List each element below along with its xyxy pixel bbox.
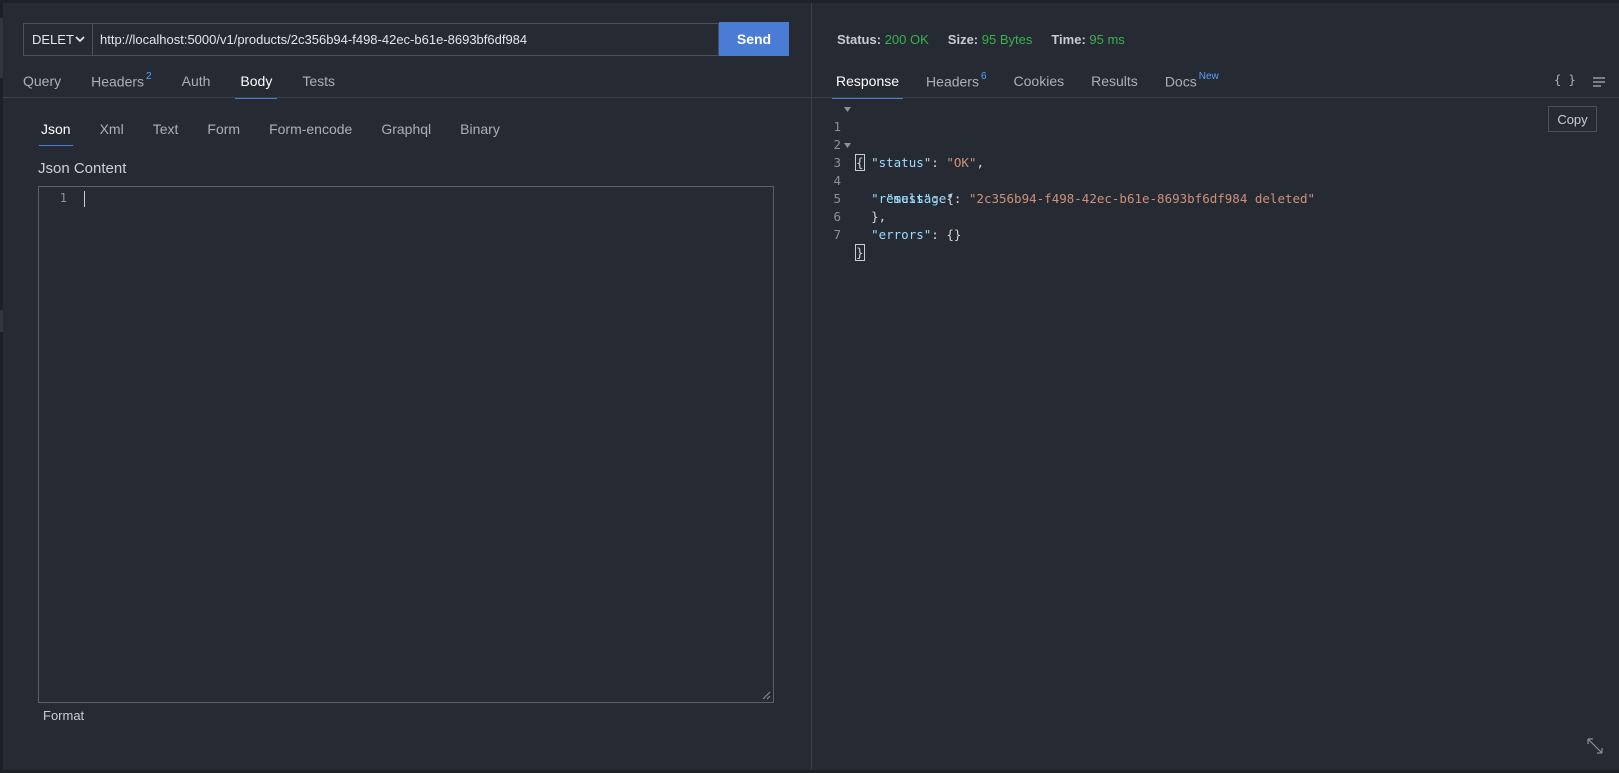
format-button[interactable]: Format: [43, 708, 84, 723]
tab-cookies[interactable]: Cookies: [1014, 73, 1065, 99]
tabs-divider: [3, 97, 811, 98]
code-line: 3 "result": {: [825, 136, 954, 206]
code-text: "status": "OK",: [856, 154, 984, 172]
code-line: 2 "status": "OK",: [825, 118, 984, 170]
expand-icon[interactable]: [1585, 736, 1605, 756]
body-type-xml[interactable]: Xml: [100, 121, 124, 146]
json-punct: :: [931, 227, 947, 242]
json-punct: ,: [976, 155, 984, 170]
panel-divider[interactable]: [811, 3, 812, 770]
tab-label: Query: [23, 73, 62, 89]
tab-badge: New: [1198, 71, 1219, 82]
tab-headers[interactable]: Headers 2: [91, 71, 152, 99]
body-type-tabs: Json Xml Text Form Form-encode Graphql B…: [39, 121, 529, 146]
copy-button[interactable]: Copy: [1548, 106, 1597, 132]
tab-label: Headers: [91, 73, 145, 90]
size-item: Size: 95 Bytes: [948, 32, 1033, 47]
code-text: "errors": {}: [856, 226, 961, 244]
tab-label: Docs: [1164, 73, 1197, 90]
code-text: }: [855, 244, 865, 262]
left-edge-marker: [0, 18, 3, 78]
left-edge-marker: [0, 310, 3, 332]
json-string: "2c356b94-f498-42ec-b61e-8693bf6df984 de…: [968, 191, 1316, 206]
braces-icon[interactable]: { }: [1554, 73, 1576, 87]
json-key: "errors": [871, 227, 932, 242]
time-value: 95 ms: [1089, 32, 1125, 47]
tab-label: Headers: [926, 73, 979, 90]
body-type-text[interactable]: Text: [153, 121, 179, 146]
code-line: 1 {: [825, 100, 870, 171]
tab-tests[interactable]: Tests: [302, 73, 335, 99]
tab-label: Auth: [181, 73, 211, 89]
time-label: Time:: [1051, 32, 1086, 47]
json-punct: :: [931, 155, 947, 170]
tab-label: Response: [836, 73, 900, 89]
body-type-form-encode[interactable]: Form-encode: [269, 121, 352, 146]
editor-line-number: 1: [59, 191, 67, 205]
tabs-divider: [812, 97, 1619, 98]
tab-docs[interactable]: Docs New: [1164, 71, 1219, 99]
json-punct: },: [871, 209, 887, 224]
json-content-label: Json Content: [38, 160, 127, 177]
request-tabs: Query Headers 2 Auth Body Tests: [23, 71, 365, 99]
code-line: 7 }: [825, 208, 870, 261]
tab-label: Body: [240, 73, 273, 89]
code-line: 6 "errors": {}: [825, 190, 961, 242]
json-brace: }: [855, 244, 865, 261]
json-key: "message": [886, 191, 954, 206]
send-button[interactable]: Send: [719, 22, 789, 56]
code-text: "message": "2c356b94-f498-42ec-b61e-8693…: [856, 190, 1315, 208]
app-root: DELETE Send Query Headers2 Auth Body Tes…: [0, 0, 1619, 773]
size-value: 95 Bytes: [981, 32, 1033, 47]
body-type-form[interactable]: Form: [207, 121, 240, 146]
line-number: 7: [833, 227, 841, 242]
code-line: 5 },: [825, 172, 886, 224]
tab-body[interactable]: Body: [235, 73, 278, 99]
fold-arrow-icon[interactable]: [844, 107, 851, 112]
text-cursor: [84, 191, 85, 207]
tab-label: Tests: [302, 73, 336, 89]
size-label: Size:: [947, 32, 979, 47]
status-label: Status:: [837, 32, 882, 47]
url-input[interactable]: [93, 23, 719, 56]
json-punct: {}: [946, 227, 962, 242]
method-select-value: DELETE: [32, 32, 74, 47]
tab-auth[interactable]: Auth: [182, 73, 211, 99]
tab-badge: 6: [980, 71, 987, 82]
body-type-json[interactable]: Json: [39, 121, 73, 146]
response-status-bar: Status: 200 OK Size: 95 Bytes Time: 95 m…: [837, 32, 1144, 47]
fold-arrow-icon[interactable]: [844, 143, 851, 148]
resize-grip-icon[interactable]: [762, 691, 771, 700]
tab-query[interactable]: Query: [23, 73, 61, 99]
top-border: [0, 0, 1619, 3]
chevron-down-icon: [75, 36, 85, 43]
status-item: Status: 200 OK: [837, 32, 929, 47]
method-select[interactable]: DELETE: [23, 23, 93, 56]
json-key: "status": [871, 155, 932, 170]
tab-response-headers[interactable]: Headers 6: [926, 71, 987, 99]
tab-label: Cookies: [1013, 73, 1065, 89]
json-editor[interactable]: 1: [38, 186, 774, 703]
tab-results[interactable]: Results: [1091, 73, 1138, 99]
response-tabs: Response Headers 6 Cookies Results Docs Ne…: [831, 71, 1246, 99]
json-string: "OK": [946, 155, 977, 170]
body-type-binary[interactable]: Binary: [460, 121, 500, 146]
tab-label: Results: [1091, 73, 1138, 89]
left-edge-strip: [0, 3, 3, 771]
body-type-graphql[interactable]: Graphql: [381, 121, 431, 146]
wrap-lines-icon[interactable]: [1592, 76, 1606, 88]
status-value: 200 OK: [884, 32, 929, 47]
tab-response[interactable]: Response: [831, 73, 904, 99]
code-line: 4 "message": "2c356b94-f498-42ec-b61e-86…: [825, 154, 1315, 206]
json-punct: :: [953, 191, 969, 206]
tab-badge: 2: [146, 71, 152, 82]
time-item: Time: 95 ms: [1051, 32, 1124, 47]
response-json-viewer: 1 { 2 "status": "OK", 3 "result": { 4 "m…: [825, 100, 1315, 261]
